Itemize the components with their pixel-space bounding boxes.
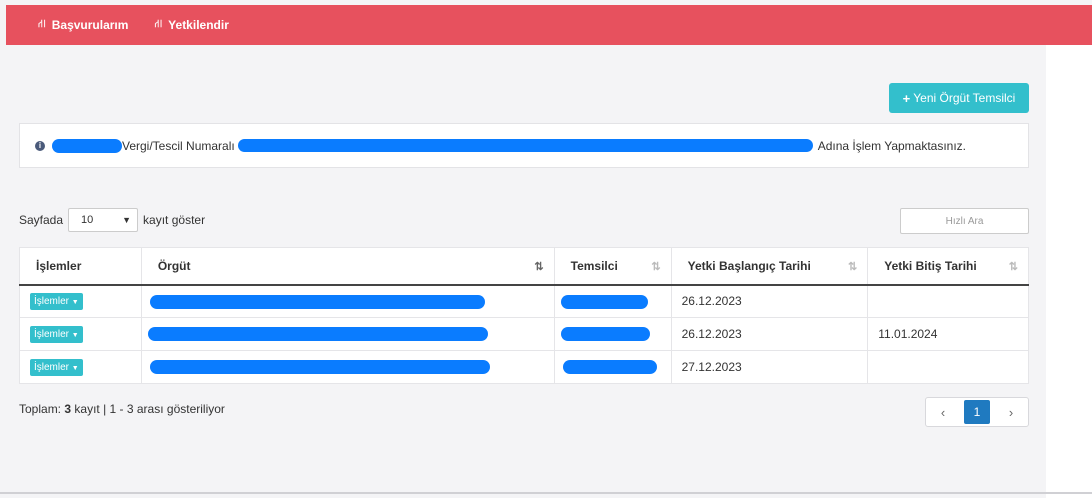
- new-representative-label: Yeni Örgüt Temsilci: [913, 91, 1016, 105]
- quick-search-placeholder: Hızlı Ara: [945, 216, 984, 227]
- info-icon: i: [35, 140, 45, 151]
- bottom-divider: [0, 492, 1092, 494]
- representative-cell: [553, 317, 672, 351]
- table-row: İşlemler ▼ 26.12.2023 11.01.2024: [19, 317, 1029, 351]
- signpost-icon: ⛙: [38, 18, 46, 30]
- column-header-end-date[interactable]: Yetki Bitiş Tarihi ⇅: [867, 247, 1029, 286]
- start-date-cell: 26.12.2023: [670, 317, 869, 351]
- page-length-prefix: Sayfada: [19, 213, 64, 227]
- sort-icon: ⇅: [651, 261, 661, 273]
- signpost-icon: ⛙: [154, 18, 163, 30]
- operations-cell: İşlemler ▼: [19, 317, 142, 351]
- table-row: İşlemler ▼ 26.12.2023: [19, 284, 1029, 318]
- nav-item-basvurularim[interactable]: ⛙ Başvurularım: [38, 18, 128, 32]
- right-gutter: [1046, 45, 1092, 498]
- chevron-right-icon: ›: [1008, 404, 1014, 420]
- column-header-organization[interactable]: Örgüt ⇅: [140, 247, 555, 286]
- table-row: İşlemler ▼ 27.12.2023: [19, 350, 1029, 384]
- representative-cell: [553, 284, 672, 318]
- column-header-start-date[interactable]: Yetki Başlangıç Tarihi ⇅: [670, 247, 869, 286]
- page-length-value: 10: [81, 214, 94, 226]
- info-text-end: Adına İşlem Yapmaktasınız.: [817, 138, 967, 153]
- plus-icon: +: [902, 90, 911, 106]
- operations-cell: İşlemler ▼: [19, 284, 142, 318]
- column-header-operations: İşlemler: [19, 247, 142, 286]
- column-header-representative[interactable]: Temsilci ⇅: [553, 247, 672, 286]
- representatives-table: İşlemler Örgüt ⇅ Temsilci ⇅ Yetki Başlangı…: [19, 247, 1029, 384]
- chevron-down-icon: ▼: [71, 364, 79, 372]
- page-length-select[interactable]: 10 ▼: [68, 208, 139, 232]
- sort-icon: ⇅: [848, 261, 858, 273]
- page-length-suffix: kayıt göster: [143, 213, 206, 227]
- operations-dropdown-button[interactable]: İşlemler ▼: [30, 325, 83, 343]
- info-text-middle: Vergi/Tescil Numaralı: [122, 138, 235, 153]
- start-date-cell: 26.12.2023: [670, 284, 869, 318]
- sort-icon: ⇅: [534, 261, 544, 273]
- operations-cell: İşlemler ▼: [19, 350, 142, 384]
- chevron-down-icon: ▼: [71, 331, 79, 339]
- redacted-block: [149, 360, 490, 375]
- summary-prefix: Toplam:: [19, 402, 62, 416]
- chevron-left-icon: ‹: [940, 404, 946, 420]
- organization-cell: [140, 284, 555, 318]
- page-1-button[interactable]: 1: [964, 400, 990, 424]
- start-date-cell: 27.12.2023: [670, 350, 869, 384]
- organization-cell: [140, 350, 555, 384]
- redacted-block: [147, 327, 488, 342]
- summary-count: 3: [64, 402, 72, 416]
- page-length-control: Sayfada 10 ▼ kayıt göster: [19, 208, 205, 232]
- redacted-block: [149, 294, 485, 309]
- pagination: ‹ 1 ›: [925, 397, 1029, 427]
- end-date-cell: [867, 284, 1029, 318]
- top-navbar: ⛙ Başvurularım ⛙ Yetkilendir: [6, 5, 1092, 45]
- operations-dropdown-button[interactable]: İşlemler ▼: [30, 358, 83, 376]
- organization-cell: [140, 317, 555, 351]
- previous-page-button[interactable]: ‹: [926, 398, 960, 426]
- sort-icon: ⇅: [1008, 261, 1018, 273]
- quick-search-input[interactable]: Hızlı Ara: [900, 208, 1029, 234]
- operations-dropdown-button[interactable]: İşlemler ▼: [30, 292, 83, 310]
- representative-cell: [553, 350, 672, 384]
- end-date-cell: [867, 350, 1029, 384]
- end-date-cell: 11.01.2024: [867, 317, 1029, 351]
- nav-item-yetkilendir[interactable]: ⛙ Yetkilendir: [154, 18, 228, 32]
- redacted-block: [560, 294, 648, 309]
- nav-item-label: Başvurularım: [51, 18, 129, 32]
- new-representative-button[interactable]: + Yeni Örgüt Temsilci: [889, 83, 1029, 113]
- redacted-block: [237, 139, 813, 152]
- chevron-down-icon: ▼: [122, 215, 132, 225]
- redacted-block: [52, 138, 122, 153]
- redacted-block: [560, 327, 650, 342]
- info-banner: i Vergi/Tescil Numaralı Adına İşlem Yapm…: [19, 123, 1029, 168]
- table-summary: Toplam: 3 kayıt | 1 - 3 arası gösteriliy…: [19, 402, 225, 416]
- nav-item-label: Yetkilendir: [168, 18, 229, 32]
- summary-rest: kayıt | 1 - 3 arası gösteriliyor: [74, 402, 225, 416]
- next-page-button[interactable]: ›: [994, 398, 1028, 426]
- redacted-block: [562, 360, 657, 375]
- chevron-down-icon: ▼: [71, 298, 79, 306]
